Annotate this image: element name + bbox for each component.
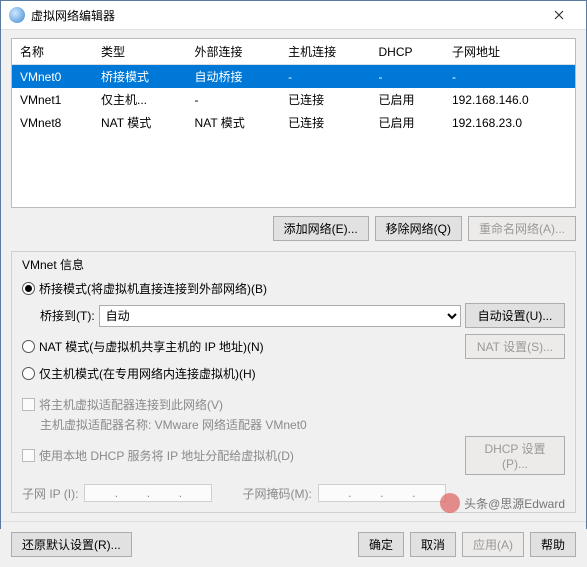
checkbox-icon [22,398,35,411]
subnet-mask-field[interactable]: ... [318,484,446,502]
bridge-to-select[interactable]: 自动 [99,305,461,327]
radio-icon [22,282,35,295]
vmnet-info-group: VMnet 信息 桥接模式(将虚拟机直接连接到外部网络)(B) 桥接到(T): … [11,251,576,513]
radio-icon [22,367,35,380]
bridge-label: 桥接模式(将虚拟机直接连接到外部网络)(B) [39,280,267,297]
dhcp-label: 使用本地 DHCP 服务将 IP 地址分配给虚拟机(D) [39,447,294,464]
remove-network-button[interactable]: 移除网络(Q) [375,216,462,241]
apply-button[interactable]: 应用(A) [462,532,524,557]
hostonly-label: 仅主机模式(在专用网络内连接虚拟机)(H) [39,365,256,382]
column-header[interactable]: 子网地址 [444,39,575,65]
table-row[interactable]: VMnet0桥接模式自动桥接--- [12,65,575,89]
group-title: VMnet 信息 [18,256,88,273]
bridge-to-label: 桥接到(T): [40,307,95,324]
footer: 还原默认设置(R)... 确定 取消 应用(A) 帮助 [1,521,586,567]
network-table[interactable]: 名称类型外部连接主机连接DHCP子网地址 VMnet0桥接模式自动桥接---VM… [11,38,576,208]
column-header[interactable]: 主机连接 [280,39,370,65]
column-header[interactable]: 类型 [93,39,187,65]
rename-network-button[interactable]: 重命名网络(A)... [468,216,576,241]
nat-settings-button[interactable]: NAT 设置(S)... [465,334,565,359]
window-title: 虚拟网络编辑器 [31,7,536,24]
connect-host-label: 将主机虚拟适配器连接到此网络(V) [39,396,223,413]
restore-defaults-button[interactable]: 还原默认设置(R)... [11,532,132,557]
subnet-ip-label: 子网 IP (I): [22,485,78,502]
table-row[interactable]: VMnet8NAT 模式NAT 模式已连接已启用192.168.23.0 [12,111,575,134]
virtual-network-editor-window: 虚拟网络编辑器 名称类型外部连接主机连接DHCP子网地址 VMnet0桥接模式自… [0,0,587,529]
column-header[interactable]: DHCP [371,39,444,65]
radio-icon [22,340,35,353]
subnet-ip-field[interactable]: ... [84,484,212,502]
column-header[interactable]: 外部连接 [187,39,281,65]
help-button[interactable]: 帮助 [530,532,576,557]
checkbox-icon [22,449,35,462]
dhcp-settings-button[interactable]: DHCP 设置(P)... [465,436,565,475]
connect-host-checkbox[interactable]: 将主机虚拟适配器连接到此网络(V) [22,393,565,416]
close-icon [554,10,564,20]
auto-settings-button[interactable]: 自动设置(U)... [465,303,565,328]
table-row[interactable]: VMnet1仅主机...-已连接已启用192.168.146.0 [12,88,575,111]
bridge-to-row: 桥接到(T): 自动 自动设置(U)... [22,300,565,331]
table-buttons: 添加网络(E)... 移除网络(Q) 重命名网络(A)... [11,208,576,251]
hostonly-mode-radio[interactable]: 仅主机模式(在专用网络内连接虚拟机)(H) [22,362,565,385]
column-header[interactable]: 名称 [12,39,93,65]
add-network-button[interactable]: 添加网络(E)... [273,216,369,241]
ok-button[interactable]: 确定 [358,532,404,557]
ip-row: 子网 IP (I): ... 子网掩码(M): ... [22,478,565,502]
subnet-mask-label: 子网掩码(M): [242,485,311,502]
nat-label: NAT 模式(与虚拟机共享主机的 IP 地址)(N) [39,338,264,355]
content-area: 名称类型外部连接主机连接DHCP子网地址 VMnet0桥接模式自动桥接---VM… [1,30,586,521]
bridge-mode-radio[interactable]: 桥接模式(将虚拟机直接连接到外部网络)(B) [22,277,565,300]
host-adapter-name: 主机虚拟适配器名称: VMware 网络适配器 VMnet0 [22,416,565,433]
app-icon [9,7,25,23]
close-button[interactable] [536,1,582,29]
dhcp-checkbox[interactable]: 使用本地 DHCP 服务将 IP 地址分配给虚拟机(D) DHCP 设置(P).… [22,433,565,478]
titlebar: 虚拟网络编辑器 [1,1,586,30]
cancel-button[interactable]: 取消 [410,532,456,557]
nat-mode-radio[interactable]: NAT 模式(与虚拟机共享主机的 IP 地址)(N) NAT 设置(S)... [22,331,565,362]
